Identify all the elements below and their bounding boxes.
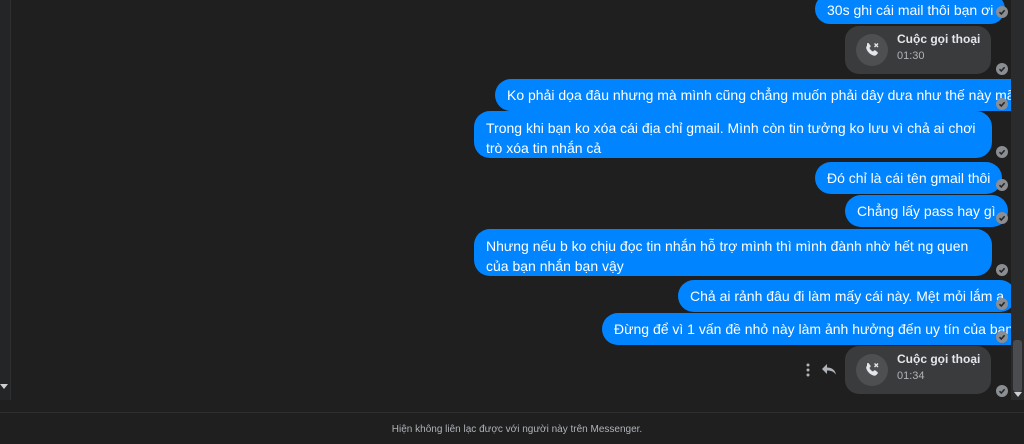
seen-check-icon <box>996 146 1008 158</box>
message-bubble[interactable]: Đó chỉ là cái tên gmail thôi <box>815 162 1003 194</box>
message-bubble[interactable]: 30s ghi cái mail thôi bạn ơi <box>815 0 1006 24</box>
call-title: Cuộc gọi thoại <box>897 352 981 366</box>
message-bubble[interactable]: Đừng để vì 1 vấn đề nhỏ này làm ảnh hưởn… <box>602 313 1011 345</box>
message-text: Đừng để vì 1 vấn đề nhỏ này làm ảnh hưởn… <box>614 321 1011 337</box>
message-text: Nhưng nếu b ko chịu đọc tin nhắn hỗ trợ … <box>486 238 969 274</box>
message-text: Chẳng lấy pass hay gì <box>857 203 996 219</box>
seen-check-icon <box>996 264 1008 276</box>
seen-check-icon <box>996 331 1008 343</box>
scrollbar-thumb[interactable] <box>1013 340 1022 392</box>
voice-call-card[interactable]: Cuộc gọi thoại 01:34 <box>845 346 991 394</box>
message-bubble[interactable]: Chẳng lấy pass hay gì <box>845 195 1008 227</box>
message-bubble[interactable]: Chả ai rảnh đâu đi làm mấy cái này. Mệt … <box>678 280 1011 312</box>
message-thread: 30s ghi cái mail thôi bạn ơi Cuộc gọi th… <box>11 0 1011 400</box>
unavailable-notice: Hiện không liên lạc được với người này t… <box>391 424 643 435</box>
message-text: Trong khi bạn ko xóa cái địa chỉ gmail. … <box>486 120 976 156</box>
call-duration: 01:30 <box>897 50 925 62</box>
seen-check-icon <box>996 63 1008 75</box>
seen-check-icon <box>996 6 1008 18</box>
left-panel-edge <box>0 0 11 400</box>
reply-icon[interactable] <box>821 362 837 376</box>
scroll-down-arrow-icon[interactable] <box>1014 392 1022 397</box>
phone-missed-icon <box>856 34 888 66</box>
message-text: Chả ai rảnh đâu đi làm mấy cái này. Mệt … <box>690 288 1005 304</box>
message-text: 30s ghi cái mail thôi bạn ơi <box>827 2 994 18</box>
message-text: Đó chỉ là cái tên gmail thôi <box>827 170 991 186</box>
phone-missed-icon <box>856 354 888 386</box>
more-options-icon[interactable] <box>806 363 810 377</box>
seen-check-icon <box>996 179 1008 191</box>
seen-check-icon <box>996 298 1008 310</box>
scrollbar[interactable] <box>1011 0 1024 400</box>
message-bubble[interactable]: Ko phải dọa đâu nhưng mà mình cũng chẳng… <box>495 79 1011 111</box>
message-text: Ko phải dọa đâu nhưng mà mình cũng chẳng… <box>507 87 1011 103</box>
voice-call-card[interactable]: Cuộc gọi thoại 01:30 <box>845 26 991 74</box>
seen-check-icon <box>996 212 1008 224</box>
seen-check-icon <box>996 385 1008 397</box>
footer-divider <box>0 412 1024 413</box>
call-duration: 01:34 <box>897 370 925 382</box>
call-title: Cuộc gọi thoại <box>897 32 981 46</box>
scroll-down-arrow-icon[interactable] <box>0 384 8 389</box>
message-bubble[interactable]: Nhưng nếu b ko chịu đọc tin nhắn hỗ trợ … <box>474 229 992 276</box>
seen-check-icon <box>996 98 1008 110</box>
message-bubble[interactable]: Trong khi bạn ko xóa cái địa chỉ gmail. … <box>474 111 992 158</box>
